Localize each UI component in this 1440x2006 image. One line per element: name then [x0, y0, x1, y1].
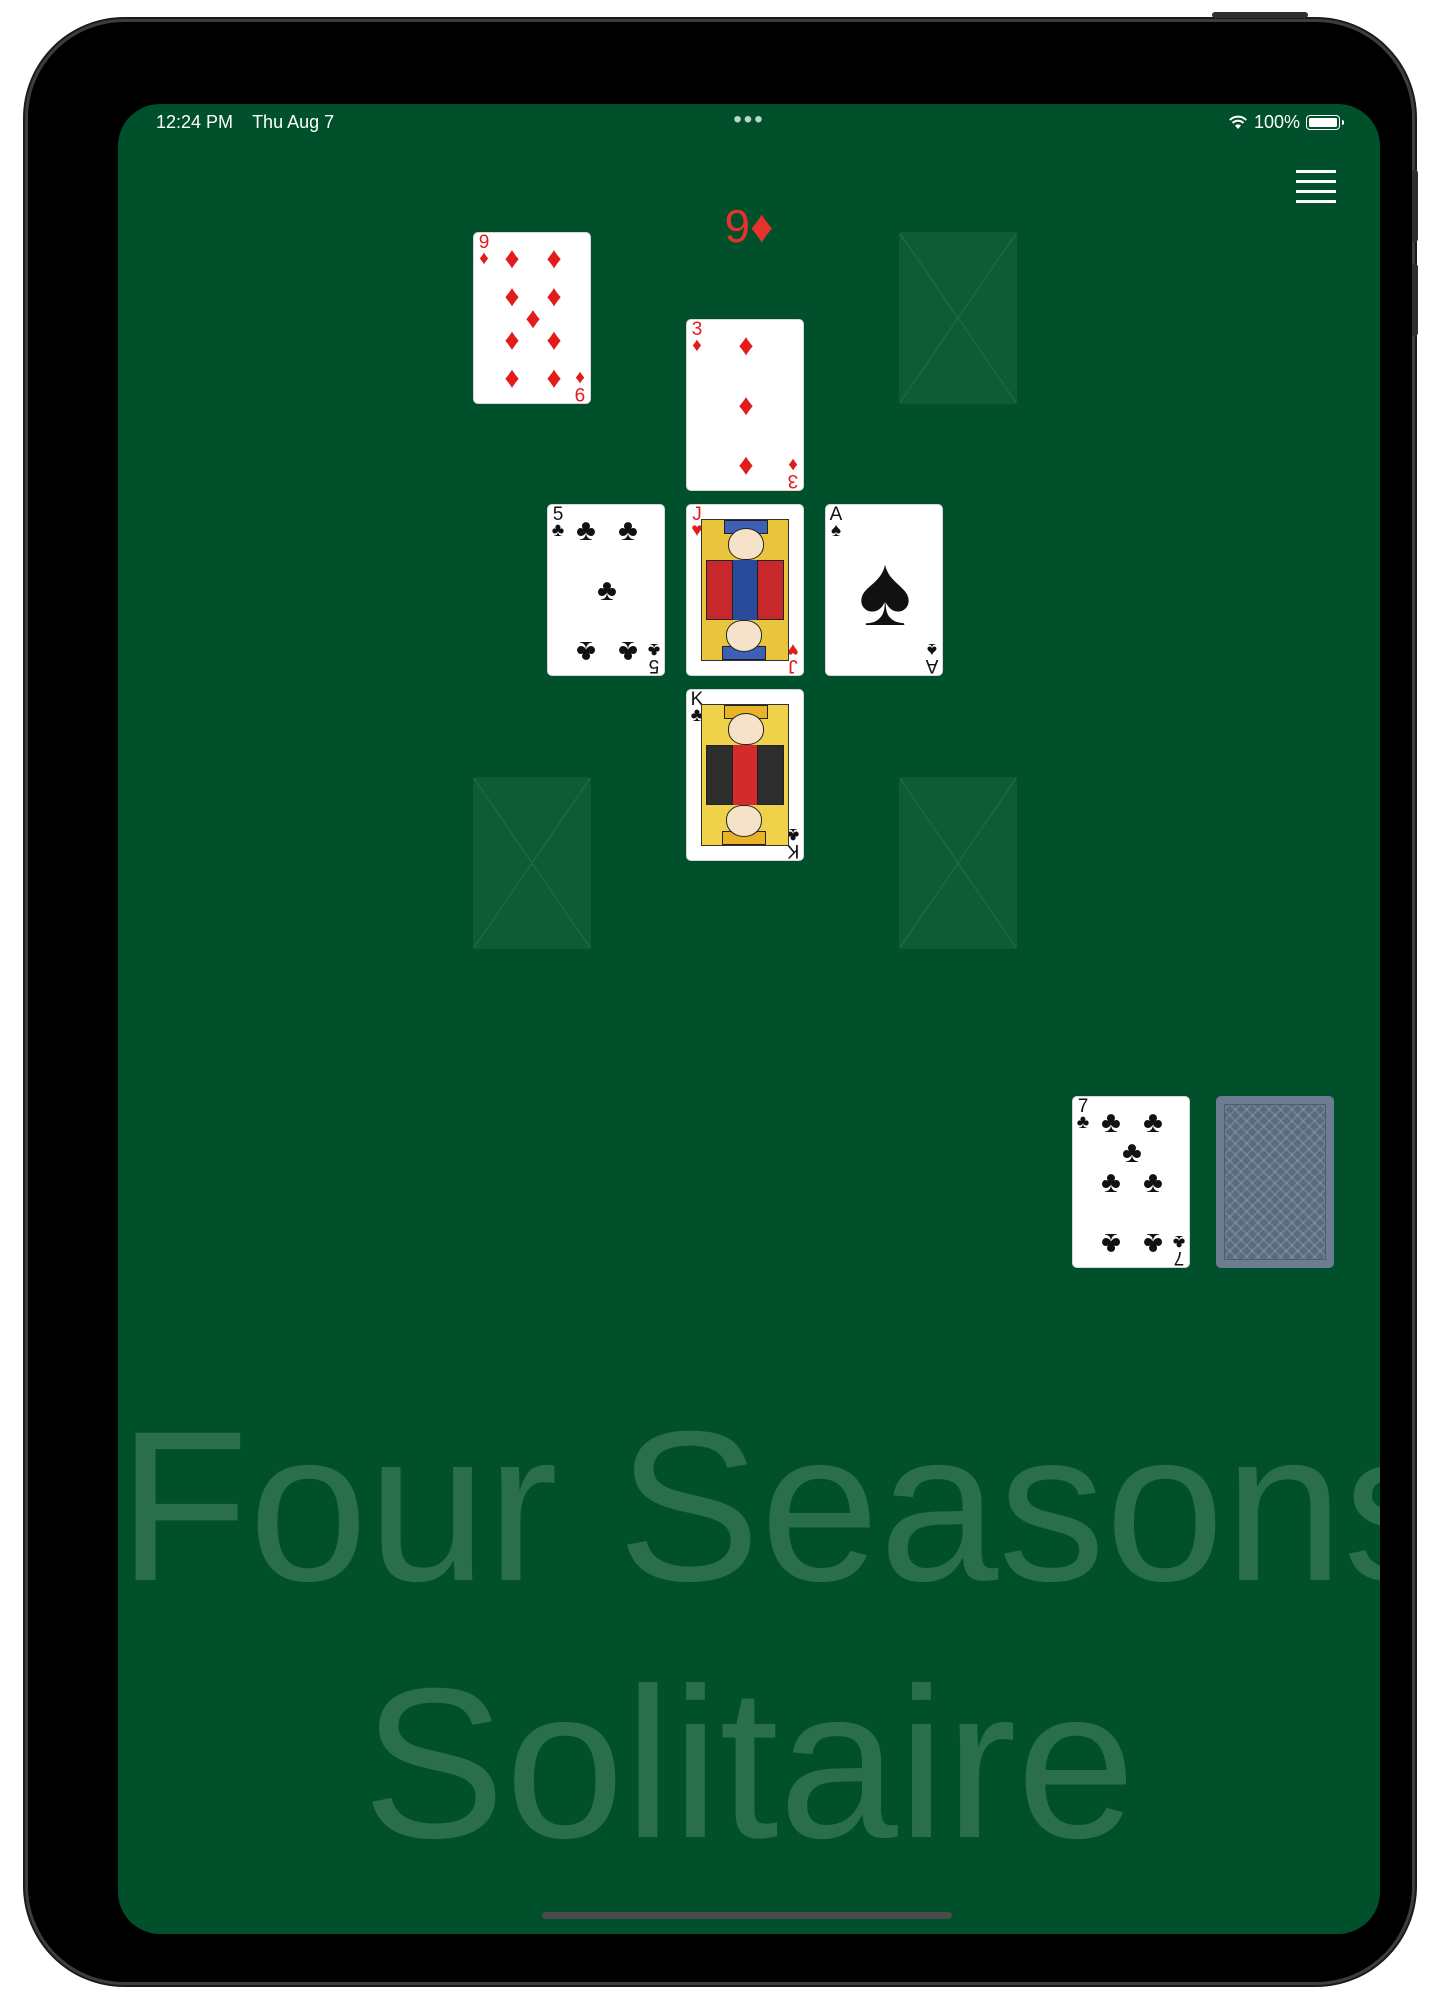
title-watermark-line-2: Solitaire	[362, 1644, 1136, 1883]
tableau-card-king-clubs[interactable]: K ♣ K ♣	[686, 689, 804, 861]
diamond-pip: ♦	[738, 389, 754, 422]
title-watermark-line-1: Four Seasons	[118, 1387, 1380, 1626]
tableau-card-ace-spades[interactable]: A ♠ A ♠ ♠	[825, 504, 943, 676]
jack-face-art	[701, 519, 789, 661]
volume-down-button	[1412, 264, 1418, 336]
club-pip: ♣	[576, 635, 596, 668]
card-corner: A ♠	[925, 639, 939, 676]
club-pip: ♣	[1101, 1227, 1121, 1260]
club-pip: ♣	[618, 514, 638, 547]
diamond-pip: ♦	[504, 242, 520, 275]
multitasking-dots[interactable]: •••	[118, 106, 1380, 134]
card-corner: 5 ♣	[551, 504, 565, 541]
status-bar-right: 100%	[1228, 112, 1344, 133]
club-pip: ♣	[1101, 1166, 1121, 1199]
card-corner: 3 ♦	[691, 319, 703, 356]
club-pip: ♣	[597, 574, 617, 607]
card-corner: 9 ♦	[478, 232, 490, 269]
club-pip: ♣	[1143, 1106, 1163, 1139]
card-corner: 5 ♣	[647, 639, 661, 676]
card-back-icon	[1224, 1104, 1326, 1260]
card-corner: 9 ♦	[574, 367, 586, 404]
base-rank: 9	[724, 200, 751, 252]
card-corner: A ♠	[829, 504, 843, 541]
club-pip: ♣	[1143, 1227, 1163, 1260]
game-screen: 12:24 PM Thu Aug 7 ••• 100% 9♦ 9 ♦ 9 ♦ ♦ ♦…	[118, 104, 1380, 1934]
diamond-pip: ♦	[504, 325, 520, 358]
stock-pile-card-back[interactable]	[1216, 1096, 1334, 1268]
top-button	[1212, 12, 1308, 18]
home-indicator[interactable]	[542, 1912, 952, 1919]
tableau-card-five-clubs[interactable]: 5 ♣ 5 ♣ ♣ ♣ ♣ ♣ ♣	[547, 504, 665, 676]
diamond-pip: ♦	[546, 325, 562, 358]
diamond-pip: ♦	[546, 242, 562, 275]
foundation-base-rank: 9♦	[118, 199, 1380, 253]
waste-card-seven-clubs[interactable]: 7 ♣ 7 ♣ ♣ ♣ ♣ ♣ ♣ ♣ ♣	[1072, 1096, 1190, 1268]
card-corner: 7 ♣	[1172, 1231, 1186, 1268]
club-pip: ♣	[1101, 1106, 1121, 1139]
diamond-pip: ♦	[504, 363, 520, 396]
club-pip: ♣	[576, 514, 596, 547]
tableau-card-jack-hearts[interactable]: J ♥ J ♥	[686, 504, 804, 676]
tableau-card-three-diamonds[interactable]: 3 ♦ 3 ♦ ♦ ♦ ♦	[686, 319, 804, 491]
foundation-card-nine-diamonds[interactable]: 9 ♦ 9 ♦ ♦ ♦ ♦ ♦ ♦ ♦ ♦ ♦ ♦	[473, 232, 591, 404]
king-face-art	[701, 704, 789, 846]
battery-percent: 100%	[1253, 112, 1300, 132]
diamond-pip: ♦	[738, 329, 754, 362]
battery-icon	[1306, 115, 1344, 130]
base-suit: ♦	[750, 200, 774, 252]
foundation-slot-empty[interactable]	[473, 777, 591, 949]
wifi-icon	[1229, 115, 1247, 129]
club-pip: ♣	[1122, 1136, 1142, 1169]
spade-pip: ♠	[858, 535, 912, 647]
volume-up-button	[1412, 170, 1418, 242]
card-corner: 7 ♣	[1076, 1096, 1090, 1133]
diamond-pip: ♦	[546, 363, 562, 396]
club-pip: ♣	[1143, 1166, 1163, 1199]
card-corner: 3 ♦	[787, 454, 799, 491]
club-pip: ♣	[618, 635, 638, 668]
diamond-pip: ♦	[738, 450, 754, 483]
ipad-frame: 12:24 PM Thu Aug 7 ••• 100% 9♦ 9 ♦ 9 ♦ ♦ ♦…	[28, 12, 1418, 1982]
foundation-slot-empty[interactable]	[899, 232, 1017, 404]
foundation-slot-empty[interactable]	[899, 777, 1017, 949]
